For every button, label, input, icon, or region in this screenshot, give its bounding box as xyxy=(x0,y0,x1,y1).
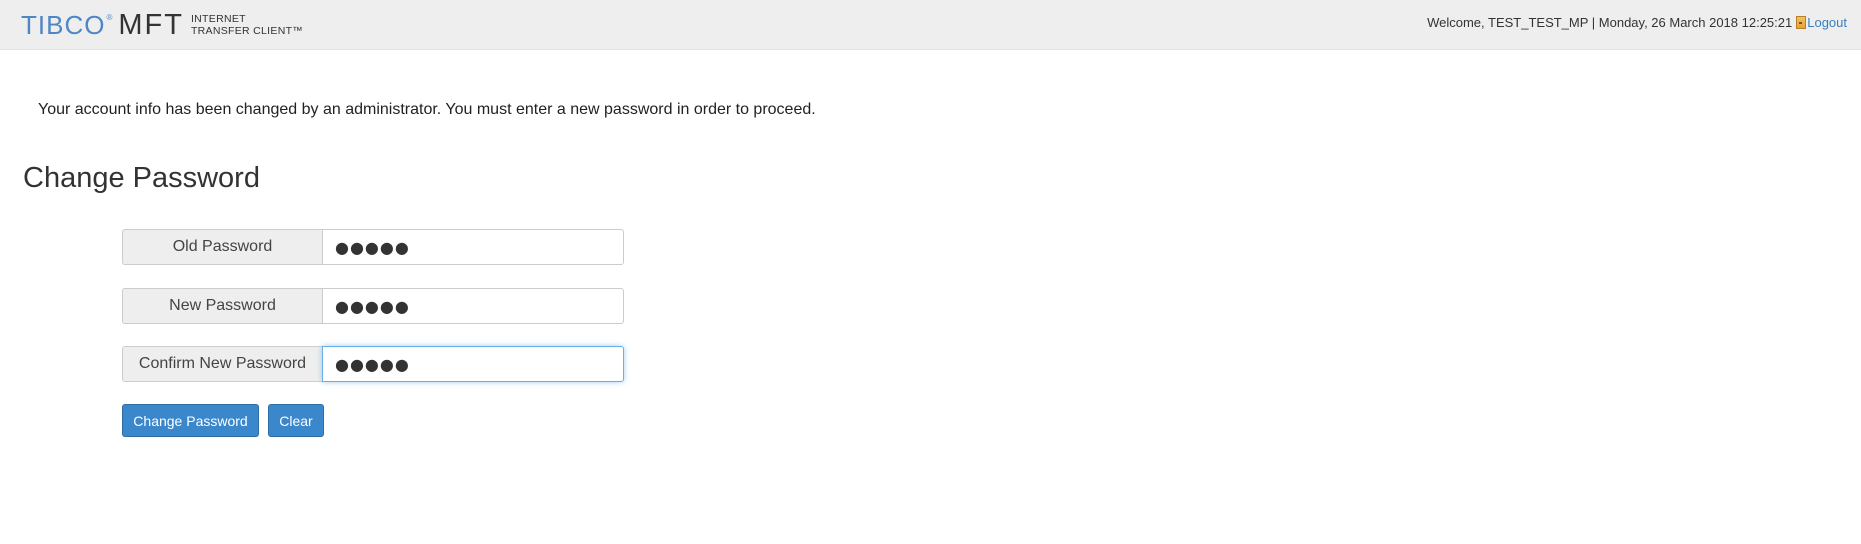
old-password-label: Old Password xyxy=(122,229,322,265)
logo-registered-mark: ® xyxy=(106,12,113,22)
logo-product: MFT xyxy=(118,9,184,41)
logo-subtitle-line1: INTERNET xyxy=(190,13,246,25)
change-password-button[interactable]: Change Password xyxy=(122,404,259,437)
old-password-field[interactable] xyxy=(322,229,624,265)
logo-subtitle-line2: TRANSFER CLIENT™ xyxy=(190,25,304,37)
new-password-label: New Password xyxy=(122,288,322,324)
top-header: TIBCO ® MFT INTERNET TRANSFER CLIENT™ We… xyxy=(0,0,1861,50)
confirm-password-label: Confirm New Password xyxy=(122,346,322,382)
page-title: Change Password xyxy=(23,162,260,194)
logo-subtitle: INTERNET TRANSFER CLIENT™ xyxy=(191,13,303,37)
logo-brand: TIBCO xyxy=(21,10,106,40)
tibco-mft-logo: TIBCO ® MFT INTERNET TRANSFER CLIENT™ xyxy=(21,10,303,40)
logout-icon[interactable] xyxy=(1796,16,1807,29)
user-status-bar: Welcome, TEST_TEST_MP | Monday, 26 March… xyxy=(1427,15,1847,30)
old-password-row: Old Password xyxy=(122,229,624,265)
confirm-password-field[interactable] xyxy=(322,346,624,382)
clear-button[interactable]: Clear xyxy=(268,404,324,437)
welcome-text: Welcome, TEST_TEST_MP | Monday, 26 March… xyxy=(1427,15,1793,30)
admin-change-notice: Your account info has been changed by an… xyxy=(38,101,816,118)
confirm-password-row: Confirm New Password xyxy=(122,346,624,382)
new-password-row: New Password xyxy=(122,288,624,324)
new-password-field[interactable] xyxy=(322,288,624,324)
logout-link[interactable]: Logout xyxy=(1807,15,1847,30)
